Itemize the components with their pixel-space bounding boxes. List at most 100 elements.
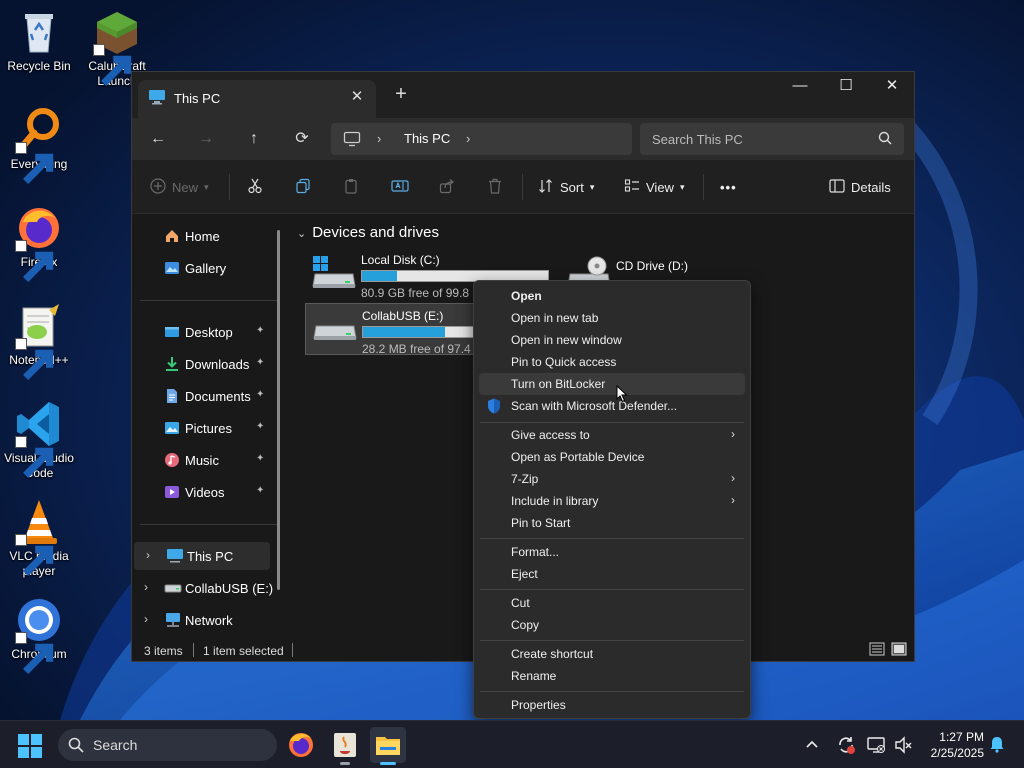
menu-item-pin-quick-access[interactable]: Pin to Quick access xyxy=(479,351,745,373)
sidebar-item-desktop[interactable]: Desktop ✦ xyxy=(132,318,280,346)
sidebar-scrollbar[interactable] xyxy=(277,230,280,590)
context-menu: Open Open in new tab Open in new window … xyxy=(473,280,751,719)
menu-item-cut[interactable]: Cut xyxy=(479,592,745,614)
menu-item-open-portable-device[interactable]: Open as Portable Device xyxy=(479,446,745,468)
pin-icon[interactable]: ✦ xyxy=(256,389,264,400)
up-button[interactable]: ↑ xyxy=(240,126,268,152)
group-header-devices[interactable]: ⌄ Devices and drives xyxy=(297,224,439,241)
pin-icon[interactable]: ✦ xyxy=(256,421,264,432)
desktop-icon-recycle-bin[interactable]: Recycle Bin xyxy=(0,8,78,74)
sort-button[interactable]: Sort ▾ xyxy=(538,177,594,197)
clock-date: 2/25/2025 xyxy=(930,746,984,760)
menu-item-give-access[interactable]: Give access to › xyxy=(479,424,745,446)
menu-item-7zip[interactable]: 7-Zip › xyxy=(479,468,745,490)
desktop-icon-vscode[interactable]: Visual Studio Code xyxy=(0,400,78,481)
tab-close-button[interactable]: ✕ xyxy=(348,88,366,106)
desktop-icon-chromium[interactable]: Chromium xyxy=(0,596,78,674)
title-bar[interactable]: This PC ✕ + — ☐ ✕ xyxy=(132,72,914,118)
show-hidden-icons-chevron[interactable] xyxy=(804,736,820,755)
menu-item-scan-defender[interactable]: Scan with Microsoft Defender... xyxy=(479,395,745,417)
search-input[interactable] xyxy=(652,129,852,149)
menu-item-open-new-window[interactable]: Open in new window xyxy=(479,329,745,351)
menu-item-open-new-tab[interactable]: Open in new tab xyxy=(479,307,745,329)
back-button[interactable]: ← xyxy=(144,126,172,152)
java-icon xyxy=(334,733,356,757)
sidebar-item-pictures[interactable]: Pictures ✦ xyxy=(132,414,280,442)
breadcrumb[interactable]: › This PC › xyxy=(331,123,632,155)
desktop-icon-firefox[interactable]: Firefox xyxy=(0,204,78,282)
taskbar-app-firefox[interactable] xyxy=(283,727,319,763)
monitor-icon xyxy=(343,131,361,150)
drive-item-collabusb-e[interactable]: CollabUSB (E:) 28.2 MB free of 97.4 MB xyxy=(305,303,485,356)
search-box[interactable] xyxy=(640,123,904,155)
sidebar-item-gallery[interactable]: Gallery xyxy=(132,254,280,282)
pin-icon[interactable]: ✦ xyxy=(256,485,264,496)
sidebar-item-collabusb[interactable]: › CollabUSB (E:) xyxy=(132,574,280,602)
menu-item-include-library[interactable]: Include in library › xyxy=(479,490,745,512)
submenu-arrow-icon: › xyxy=(731,493,735,507)
sidebar-item-music[interactable]: Music ✦ xyxy=(132,446,280,474)
sync-icon[interactable] xyxy=(836,735,856,758)
desktop-icon-vlc[interactable]: VLC media player xyxy=(0,498,78,579)
vlc-icon xyxy=(15,498,63,576)
share-button[interactable] xyxy=(439,177,455,197)
more-options-button[interactable]: ••• xyxy=(720,177,737,197)
forward-button[interactable]: → xyxy=(192,126,220,152)
start-button[interactable] xyxy=(18,734,42,761)
shortcut-arrow-icon xyxy=(15,534,54,576)
menu-item-create-shortcut[interactable]: Create shortcut xyxy=(479,643,745,665)
rename-button[interactable] xyxy=(391,177,409,197)
sidebar-item-home[interactable]: Home xyxy=(132,222,280,250)
details-view-toggle[interactable] xyxy=(869,642,885,659)
copy-button[interactable] xyxy=(295,177,311,197)
menu-item-properties[interactable]: Properties xyxy=(479,694,745,716)
view-label: View xyxy=(646,179,674,195)
details-pane-button[interactable]: Details xyxy=(829,177,891,197)
taskbar-app-java[interactable] xyxy=(327,727,363,765)
menu-item-pin-start[interactable]: Pin to Start xyxy=(479,512,745,534)
menu-item-rename[interactable]: Rename xyxy=(479,665,745,687)
network-tray-icon[interactable] xyxy=(866,735,886,758)
cut-button[interactable] xyxy=(247,177,263,197)
paste-button[interactable] xyxy=(343,177,359,197)
taskbar-search-box[interactable]: Search xyxy=(58,729,277,761)
menu-item-turn-on-bitlocker[interactable]: Turn on BitLocker xyxy=(479,373,745,395)
sidebar-item-videos[interactable]: Videos ✦ xyxy=(132,478,280,506)
new-button[interactable]: New ▾ xyxy=(150,177,209,197)
system-clock[interactable]: 1:27 PM 2/25/2025 xyxy=(920,729,984,761)
shortcut-arrow-icon xyxy=(15,338,54,380)
pin-icon[interactable]: ✦ xyxy=(256,453,264,464)
menu-item-eject[interactable]: Eject xyxy=(479,563,745,585)
new-tab-button[interactable]: + xyxy=(390,84,412,106)
details-pane-icon xyxy=(829,178,845,196)
volume-muted-icon[interactable] xyxy=(893,735,913,758)
sidebar-item-documents[interactable]: Documents ✦ xyxy=(132,382,280,410)
view-button[interactable]: View ▾ xyxy=(624,177,684,197)
desktop-icon-everything[interactable]: Everything xyxy=(0,106,78,184)
pin-icon[interactable]: ✦ xyxy=(256,325,264,336)
sidebar-item-this-pc[interactable]: › This PC xyxy=(134,542,270,570)
maximize-button[interactable]: ☐ xyxy=(823,72,869,102)
sidebar-item-downloads[interactable]: Downloads ✦ xyxy=(132,350,280,378)
close-window-button[interactable]: ✕ xyxy=(869,72,915,102)
expand-chevron-icon[interactable]: › xyxy=(144,580,148,594)
breadcrumb-chevron[interactable]: › xyxy=(377,131,381,146)
collapse-chevron-icon[interactable]: ⌄ xyxy=(297,228,306,240)
desktop-icon-notepadpp[interactable]: Notepad++ xyxy=(0,302,78,380)
menu-item-open[interactable]: Open xyxy=(479,285,745,307)
menu-item-copy[interactable]: Copy xyxy=(479,614,745,636)
taskbar-app-file-explorer[interactable] xyxy=(370,727,406,765)
minimize-button[interactable]: — xyxy=(777,72,823,102)
breadcrumb-chevron[interactable]: › xyxy=(466,131,470,146)
pin-icon[interactable]: ✦ xyxy=(256,357,264,368)
delete-button[interactable] xyxy=(487,177,503,197)
refresh-button[interactable]: ⟳ xyxy=(288,126,316,152)
sidebar-item-network[interactable]: › Network xyxy=(132,606,280,634)
notification-bell-icon[interactable] xyxy=(988,735,1006,756)
expand-chevron-icon[interactable]: › xyxy=(144,612,148,626)
expand-chevron-icon[interactable]: › xyxy=(146,548,150,562)
menu-item-format[interactable]: Format... xyxy=(479,541,745,563)
breadcrumb-item-this-pc[interactable]: This PC xyxy=(404,131,450,146)
tiles-view-toggle[interactable] xyxy=(891,642,907,659)
tab-this-pc[interactable]: This PC ✕ xyxy=(138,80,376,118)
